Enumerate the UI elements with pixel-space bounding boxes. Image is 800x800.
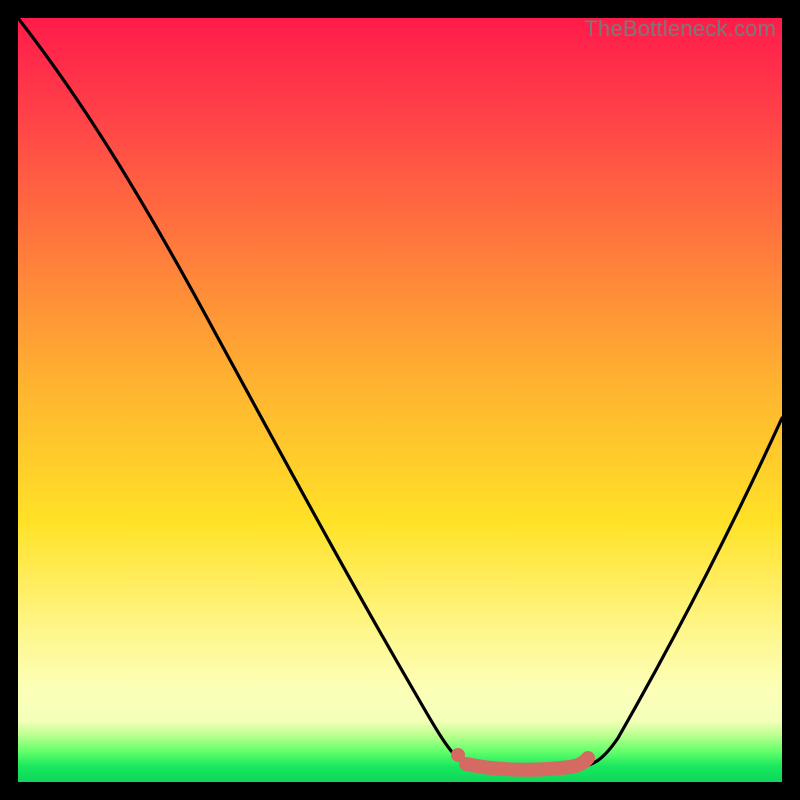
selected-range-bar — [466, 758, 588, 770]
plot-area — [18, 18, 782, 782]
selected-point-dot — [451, 748, 465, 762]
chart-frame: TheBottleneck.com — [18, 18, 782, 782]
watermark-text: TheBottleneck.com — [584, 16, 776, 42]
bottleneck-curve — [18, 18, 782, 771]
curve-layer — [18, 18, 782, 782]
